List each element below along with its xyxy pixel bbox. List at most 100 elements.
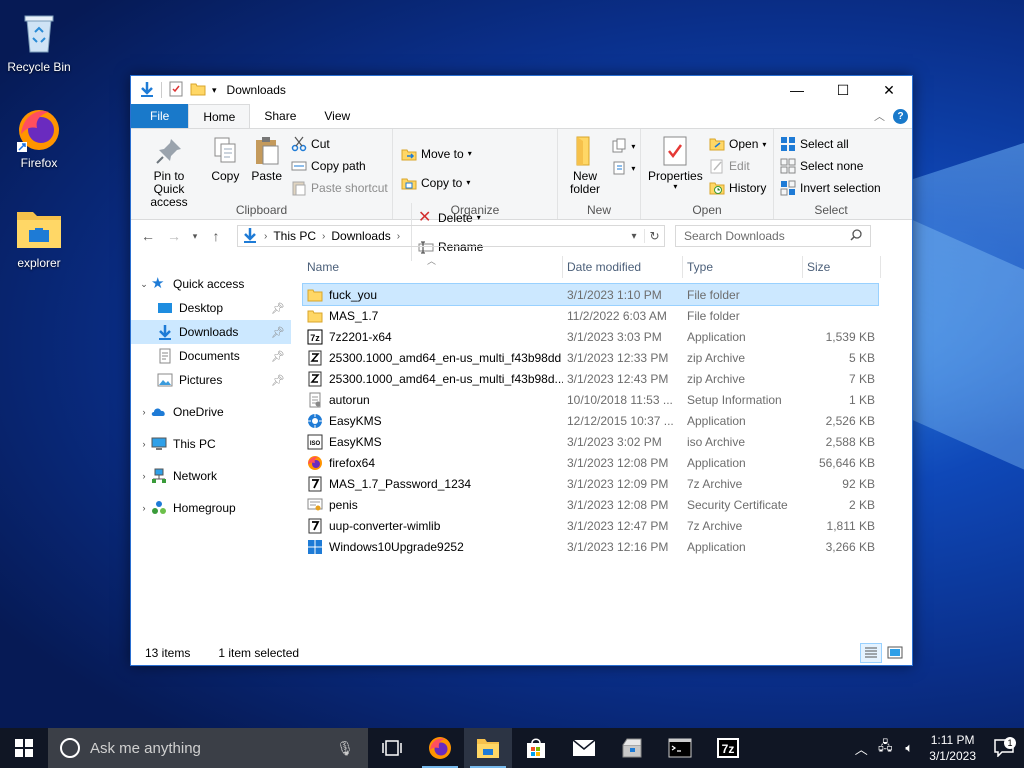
breadcrumb-this-pc[interactable]: This PC — [273, 229, 316, 243]
minimize-button[interactable]: — — [774, 76, 820, 104]
clock[interactable]: 1:11 PM 3/1/2023 — [921, 732, 984, 764]
search-box[interactable]: Search Downloads — [675, 225, 871, 247]
file-row[interactable]: MAS_1.7 11/2/2022 6:03 AM File folder — [303, 305, 878, 326]
pin-icon — [153, 135, 185, 167]
desktop-icon-explorer[interactable]: explorer — [1, 204, 77, 270]
invert-selection-button[interactable]: Invert selection — [780, 177, 881, 199]
file-row[interactable]: EasyKMS 12/12/2015 10:37 ... Application 2,… — [303, 410, 878, 431]
paste-button[interactable]: Paste — [248, 133, 286, 185]
select-none-button[interactable]: Select none — [780, 155, 881, 177]
breadcrumb-chevron-icon[interactable]: › — [397, 231, 400, 242]
pin-quick-access-button[interactable]: Pin to Quick access — [135, 133, 203, 211]
recent-locations-icon[interactable]: ▾ — [189, 231, 201, 242]
copy-to-button[interactable]: Copy to ▾ — [401, 168, 472, 197]
expand-chevron-icon[interactable]: › — [137, 471, 151, 481]
file-row[interactable]: 7z 7z2201-x64 3/1/2023 3:03 PM Application 1… — [303, 326, 878, 347]
breadcrumb-chevron-icon[interactable]: › — [322, 231, 325, 242]
open-button[interactable]: Open ▾ — [709, 133, 766, 155]
taskbar-7zip[interactable]: 7z — [704, 728, 752, 768]
taskbar-search[interactable]: Ask me anything 🎙︎ — [48, 728, 368, 768]
forward-arrow-icon[interactable]: → — [163, 228, 185, 244]
close-button[interactable]: ✕ — [866, 76, 912, 104]
address-dropdown-icon[interactable]: ▾ — [624, 231, 644, 242]
address-bar[interactable]: › This PC › Downloads › ▾ ↻ — [237, 225, 665, 247]
file-row[interactable]: ISO EasyKMS 3/1/2023 3:02 PM iso Archive 2,5… — [303, 431, 878, 452]
edit-button[interactable]: Edit — [709, 155, 766, 177]
history-button[interactable]: History — [709, 177, 766, 199]
file-row[interactable]: MAS_1.7_Password_1234 3/1/2023 12:09 PM 7z… — [303, 473, 878, 494]
expand-chevron-icon[interactable]: › — [137, 439, 151, 449]
expand-chevron-icon[interactable]: › — [137, 503, 151, 513]
taskbar-store[interactable] — [512, 728, 560, 768]
new-folder-button[interactable]: New folder — [562, 133, 608, 198]
taskbar-firefox[interactable] — [416, 728, 464, 768]
pin-icon: 📌︎ — [271, 350, 285, 363]
open-label: Open — [692, 203, 722, 217]
search-icon — [850, 228, 862, 244]
collapse-chevron-icon[interactable]: ⌄ — [137, 279, 151, 290]
refresh-icon[interactable]: ↻ — [644, 229, 664, 243]
easy-access-button[interactable]: ▾ — [611, 157, 635, 179]
file-row[interactable]: firefox64 3/1/2023 12:08 PM Application 56,… — [303, 452, 878, 473]
back-arrow-icon[interactable]: ← — [137, 228, 159, 244]
nav-onedrive[interactable]: › OneDrive — [131, 400, 291, 424]
paste-shortcut-button[interactable]: Paste shortcut — [291, 177, 388, 199]
file-date: 10/10/2018 11:53 ... — [567, 392, 673, 407]
details-view-button[interactable] — [860, 643, 882, 663]
microphone-icon[interactable]: 🎙︎ — [336, 740, 354, 757]
maximize-button[interactable]: ☐ — [820, 76, 866, 104]
nav-documents[interactable]: Documents 📌︎ — [131, 344, 291, 368]
show-hidden-icons-icon[interactable]: ︿ — [849, 739, 873, 758]
up-arrow-icon[interactable]: ↑ — [205, 228, 227, 244]
action-center-button[interactable]: 1 — [984, 737, 1024, 757]
network-status-icon[interactable]: 🖧︎ — [873, 737, 897, 759]
file-row[interactable]: uup-converter-wimlib 3/1/2023 12:47 PM 7z … — [303, 515, 878, 536]
cut-button[interactable]: Cut — [291, 133, 388, 155]
new-folder-qat-icon[interactable] — [190, 81, 206, 100]
file-row[interactable]: Windows10Upgrade9252 3/1/2023 12:16 PM App… — [303, 536, 878, 557]
breadcrumb-chevron-icon[interactable]: › — [264, 231, 267, 242]
nav-quick-access[interactable]: ⌄ ★ Quick access — [131, 272, 291, 296]
expand-chevron-icon[interactable]: › — [137, 407, 151, 417]
copy-path-button[interactable]: Copy path — [291, 155, 388, 177]
file-row[interactable]: 25300.1000_amd64_en-us_multi_f43b98dd 3/1… — [303, 347, 878, 368]
desktop-icon-recycle-bin[interactable]: Recycle Bin — [1, 8, 77, 74]
taskbar-installer[interactable] — [608, 728, 656, 768]
properties-qat-icon[interactable] — [168, 81, 184, 100]
move-to-button[interactable]: Move to ▾ — [401, 139, 472, 168]
nav-pictures[interactable]: Pictures 📌︎ — [131, 368, 291, 392]
new-item-button[interactable]: ▾ — [611, 135, 635, 157]
properties-button[interactable]: Properties ▾ — [645, 133, 706, 193]
task-view-button[interactable] — [368, 728, 416, 768]
nav-homegroup[interactable]: › Homegroup — [131, 496, 291, 520]
nav-network[interactable]: › Network — [131, 464, 291, 488]
nav-desktop[interactable]: Desktop 📌︎ — [131, 296, 291, 320]
tab-file[interactable]: File — [131, 104, 189, 128]
column-date-modified[interactable]: Date modified — [563, 256, 683, 278]
open-group: Properties ▾ Open ▾ Edit History Open — [641, 129, 774, 219]
copy-button[interactable]: Copy — [206, 133, 244, 185]
collapse-ribbon-icon[interactable]: ︿ — [874, 108, 885, 124]
taskbar-command-prompt[interactable] — [656, 728, 704, 768]
tab-share[interactable]: Share — [250, 104, 310, 128]
column-type[interactable]: Type — [683, 256, 803, 278]
nav-downloads[interactable]: Downloads 📌︎ — [131, 320, 291, 344]
file-row[interactable]: autorun 10/10/2018 11:53 ... Setup Informa… — [303, 389, 878, 410]
column-size[interactable]: Size — [803, 256, 881, 278]
tab-view[interactable]: View — [310, 104, 364, 128]
breadcrumb-downloads[interactable]: Downloads — [331, 229, 390, 243]
file-row[interactable]: penis 3/1/2023 12:08 PM Security Certifica… — [303, 494, 878, 515]
help-icon[interactable]: ? — [893, 108, 908, 124]
select-all-button[interactable]: Select all — [780, 133, 881, 155]
file-row[interactable]: fuck_you 3/1/2023 1:10 PM File folder — [302, 283, 879, 306]
taskbar-mail[interactable] — [560, 728, 608, 768]
desktop-icon-firefox[interactable]: Firefox — [1, 104, 77, 170]
file-row[interactable]: 25300.1000_amd64_en-us_multi_f43b98d... 3… — [303, 368, 878, 389]
tab-home[interactable]: Home — [188, 104, 251, 128]
taskbar-file-explorer[interactable] — [464, 728, 512, 768]
start-button[interactable] — [0, 728, 48, 768]
volume-icon[interactable]: 🔈︎ — [897, 740, 921, 756]
large-icons-view-button[interactable] — [884, 643, 906, 663]
nav-this-pc[interactable]: › This PC — [131, 432, 291, 456]
qat-dropdown-icon[interactable]: ▾ — [212, 85, 217, 96]
